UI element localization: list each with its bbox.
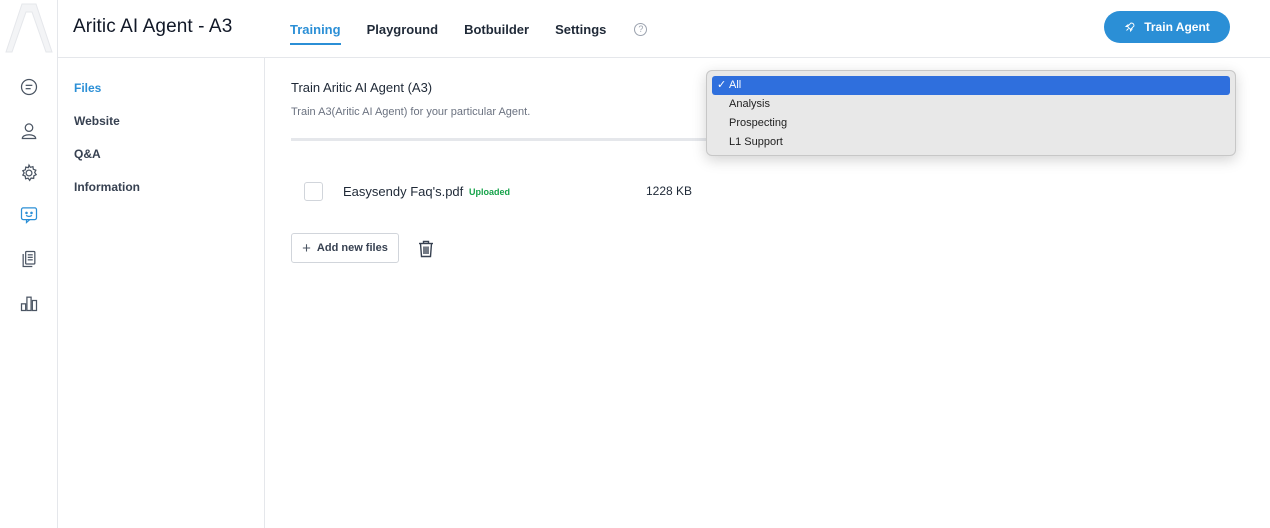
app-title: Aritic AI Agent - A3 [73,16,233,37]
checkmark-icon: ✓ [717,79,727,91]
brand-logo [0,0,58,58]
dropdown-option-l1-support[interactable]: L1 Support [712,133,1230,152]
tab-settings[interactable]: Settings [555,0,606,58]
tab-training[interactable]: Training [290,0,341,58]
main-tabs: Training Playground Botbuilder Settings … [290,0,648,58]
train-agent-label: Train Agent [1144,20,1210,34]
gear-icon[interactable] [14,158,44,188]
dropdown-option-label: All [729,79,742,91]
file-size: 1228 KB [646,184,693,198]
file-row: Easysendy Faq's.pdf Uploaded 1228 KB [304,182,804,202]
tab-botbuilder[interactable]: Botbuilder [464,0,529,58]
icon-rail [0,0,58,528]
add-new-files-button[interactable]: + Add new files [291,233,399,263]
dropdown-option-analysis[interactable]: Analysis [712,95,1230,114]
top-header: Aritic AI Agent - A3 Training Playground… [58,0,1270,58]
chat-bubble-icon[interactable] [14,72,44,102]
rocket-icon [1125,22,1135,33]
dropdown-option-all[interactable]: ✓ All [712,76,1230,95]
add-new-files-label: Add new files [316,242,388,254]
help-icon[interactable]: ? [634,22,648,36]
agent-chat-icon[interactable] [14,200,44,230]
subnav-item-files[interactable]: Files [74,81,101,95]
section-description: Train A3(Aritic AI Agent) for your parti… [291,106,531,118]
section-title: Train Aritic AI Agent (A3) [291,80,433,95]
file-name: Easysendy Faq's.pdf [343,184,464,199]
dropdown-option-prospecting[interactable]: Prospecting [712,114,1230,133]
user-icon[interactable] [14,116,44,146]
file-checkbox[interactable] [304,182,323,201]
file-status-badge: Uploaded [469,187,511,197]
trash-icon[interactable] [418,240,434,258]
plus-icon: + [302,239,311,257]
subnav-item-information[interactable]: Information [74,180,140,194]
bar-chart-icon[interactable] [14,288,44,318]
subnav-item-website[interactable]: Website [74,114,120,128]
subnav-item-qa[interactable]: Q&A [74,147,101,161]
documents-icon[interactable] [14,244,44,274]
train-agent-button[interactable]: Train Agent [1104,11,1230,43]
training-subnav: Files Website Q&A Information [58,58,265,528]
agent-filter-dropdown: ✓ All Analysis Prospecting L1 Support [706,70,1236,156]
tab-playground[interactable]: Playground [367,0,439,58]
